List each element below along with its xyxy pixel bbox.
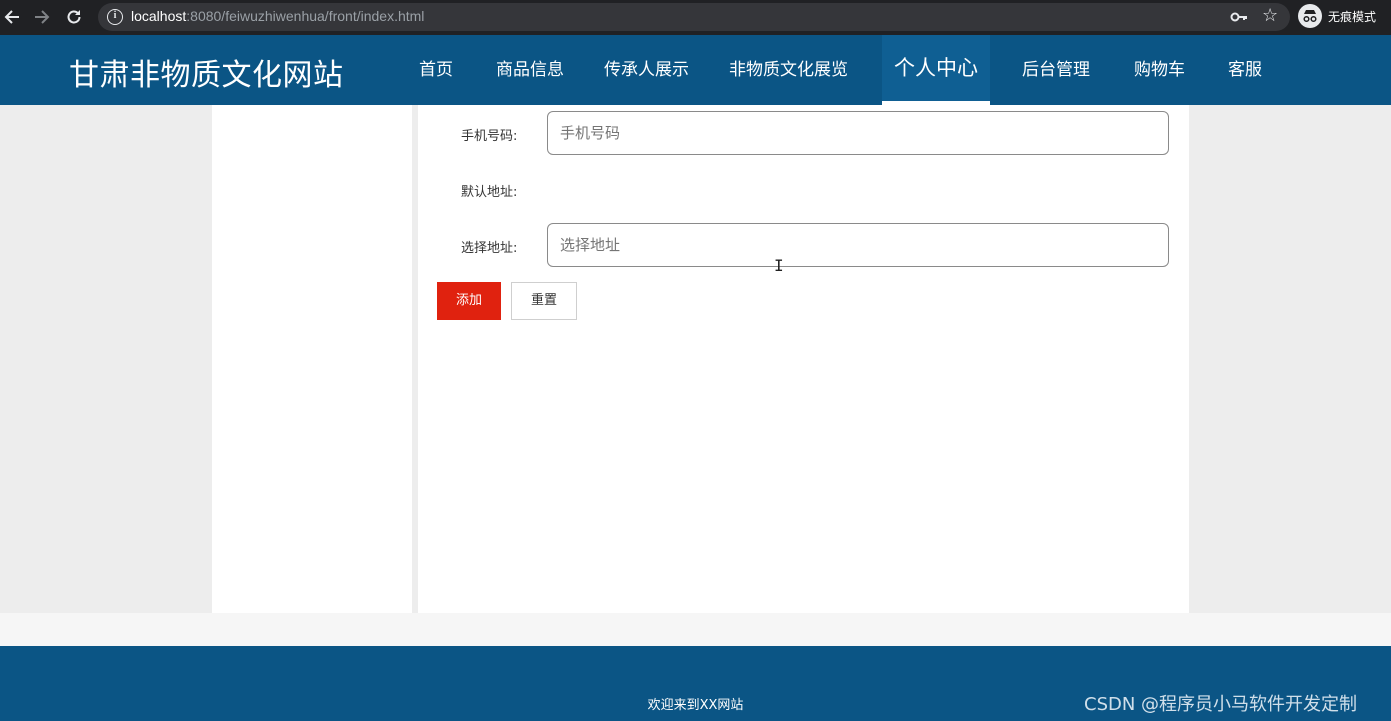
nav-item-personal-center[interactable]: 个人中心 [882, 35, 990, 105]
incognito-label: 无痕模式 [1328, 9, 1377, 24]
key-icon[interactable] [1230, 8, 1248, 30]
address-label: 选择地址: [461, 241, 518, 256]
nav-item-exhibition[interactable]: 非物质文化展览 [729, 35, 848, 105]
incognito-icon [1298, 4, 1322, 28]
side-panel [212, 105, 412, 613]
back-icon[interactable] [1, 6, 23, 28]
nav-item-admin[interactable]: 后台管理 [1022, 35, 1090, 105]
phone-input[interactable] [547, 111, 1169, 155]
incognito-indicator[interactable]: 无痕模式 [1298, 4, 1376, 28]
bookmark-star-icon[interactable]: ☆ [1262, 5, 1278, 26]
nav-item-products[interactable]: 商品信息 [496, 35, 564, 105]
site-title[interactable]: 甘肃非物质文化网站 [69, 50, 344, 94]
browser-toolbar: i localhost:8080/feiwuzhiwenhua/front/in… [0, 0, 1391, 35]
site-header: 甘肃非物质文化网站 首页 商品信息 传承人展示 非物质文化展览 个人中心 后台管… [0, 35, 1391, 105]
default-address-label: 默认地址: [461, 185, 518, 200]
address-bar[interactable]: i localhost:8080/feiwuzhiwenhua/front/in… [98, 3, 1290, 31]
nav-item-cart[interactable]: 购物车 [1134, 35, 1185, 105]
address-form-panel [418, 105, 1189, 613]
footer-spacer [0, 613, 1391, 646]
address-input[interactable] [547, 223, 1169, 267]
text-cursor-icon: I [774, 256, 784, 275]
nav-item-service[interactable]: 客服 [1228, 35, 1262, 105]
reload-icon[interactable] [63, 6, 85, 28]
phone-label: 手机号码: [461, 129, 518, 144]
forward-icon[interactable] [31, 6, 53, 28]
add-button[interactable]: 添加 [437, 282, 501, 320]
nav-item-inheritors[interactable]: 传承人展示 [604, 35, 689, 105]
info-icon[interactable]: i [107, 9, 123, 25]
watermark: CSDN @程序员小马软件开发定制 [1084, 694, 1358, 715]
url-text: localhost:8080/feiwuzhiwenhua/front/inde… [131, 8, 425, 24]
reset-button[interactable]: 重置 [511, 282, 577, 320]
nav-item-home[interactable]: 首页 [419, 35, 453, 105]
